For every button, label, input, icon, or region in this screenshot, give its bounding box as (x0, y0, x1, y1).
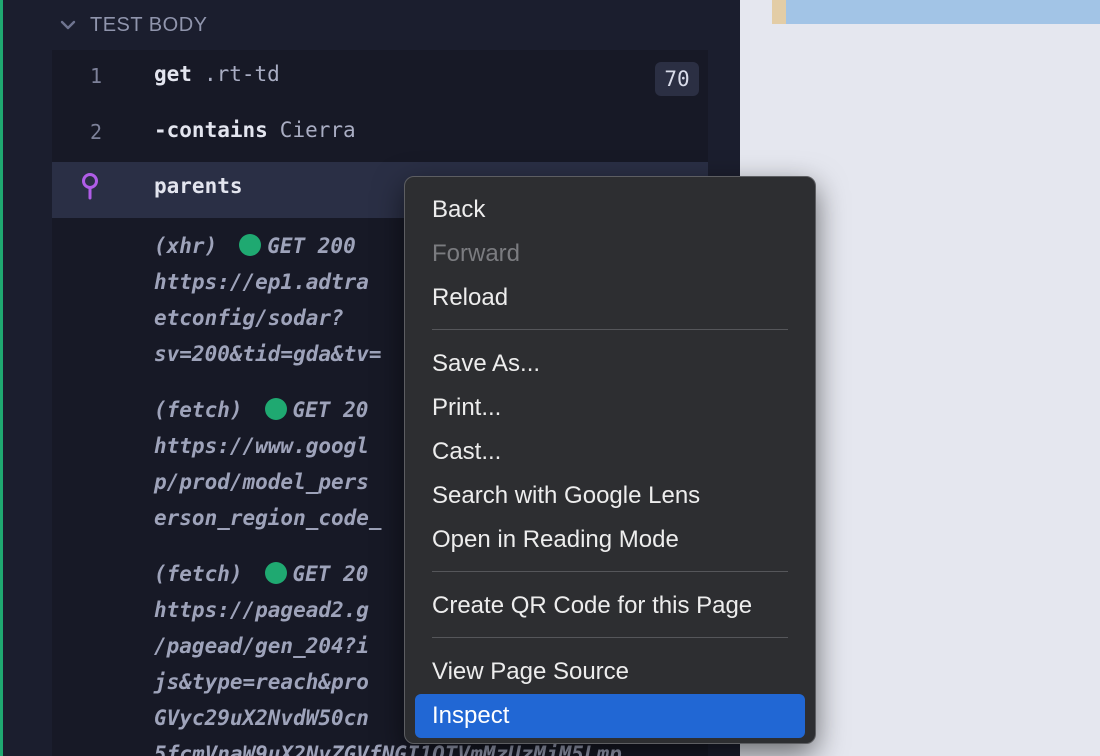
line-number: 1 (89, 64, 103, 88)
menu-item-save-as[interactable]: Save As... (415, 342, 805, 386)
context-menu: Back Forward Reload Save As... Print... … (404, 176, 816, 744)
pin-icon (82, 173, 98, 200)
section-title: TEST BODY (90, 13, 208, 36)
command-argument: .rt-td (203, 62, 280, 86)
command-row-contains[interactable]: 2 -contains Cierra (52, 106, 708, 162)
menu-item-print[interactable]: Print... (415, 386, 805, 430)
log-status: GET 20 (292, 562, 369, 586)
menu-item-reading-mode[interactable]: Open in Reading Mode (415, 518, 805, 562)
menu-item-create-qr-code[interactable]: Create QR Code for this Page (415, 584, 805, 628)
menu-separator (432, 329, 788, 330)
menu-item-reload[interactable]: Reload (415, 276, 805, 320)
command-keyword: get (154, 62, 192, 86)
command-row-get[interactable]: 1 get .rt-td 70 (52, 50, 708, 106)
log-status: GET 20 (292, 398, 369, 422)
status-dot-icon (264, 562, 287, 584)
menu-item-view-page-source[interactable]: View Page Source (415, 650, 805, 694)
status-dot-icon (239, 234, 262, 256)
preview-edge (772, 0, 786, 24)
command-keyword: -contains (154, 118, 268, 142)
command-name: parents (154, 174, 243, 198)
status-accent-strip (0, 0, 3, 756)
chevron-down-icon (60, 20, 76, 30)
element-count-badge: 70 (655, 62, 699, 96)
menu-item-inspect[interactable]: Inspect (415, 694, 805, 738)
menu-item-cast[interactable]: Cast... (415, 430, 805, 474)
menu-separator (432, 637, 788, 638)
menu-item-search-google-lens[interactable]: Search with Google Lens (415, 474, 805, 518)
menu-item-forward: Forward (432, 240, 521, 267)
command-name: -contains Cierra (154, 118, 356, 142)
command-argument: Cierra (279, 118, 356, 142)
log-status: GET 200 (267, 234, 356, 258)
status-dot-icon (264, 398, 287, 420)
log-type: (xhr) (154, 234, 218, 258)
log-type: (fetch) (154, 562, 243, 586)
line-number: 2 (89, 120, 103, 144)
menu-item-back[interactable]: Back (415, 188, 805, 232)
command-name: get .rt-td (154, 62, 280, 86)
test-body-header[interactable]: TEST BODY (52, 0, 712, 50)
log-type: (fetch) (154, 398, 243, 422)
menu-separator (432, 571, 788, 572)
app-preview-bar (772, 0, 1100, 24)
